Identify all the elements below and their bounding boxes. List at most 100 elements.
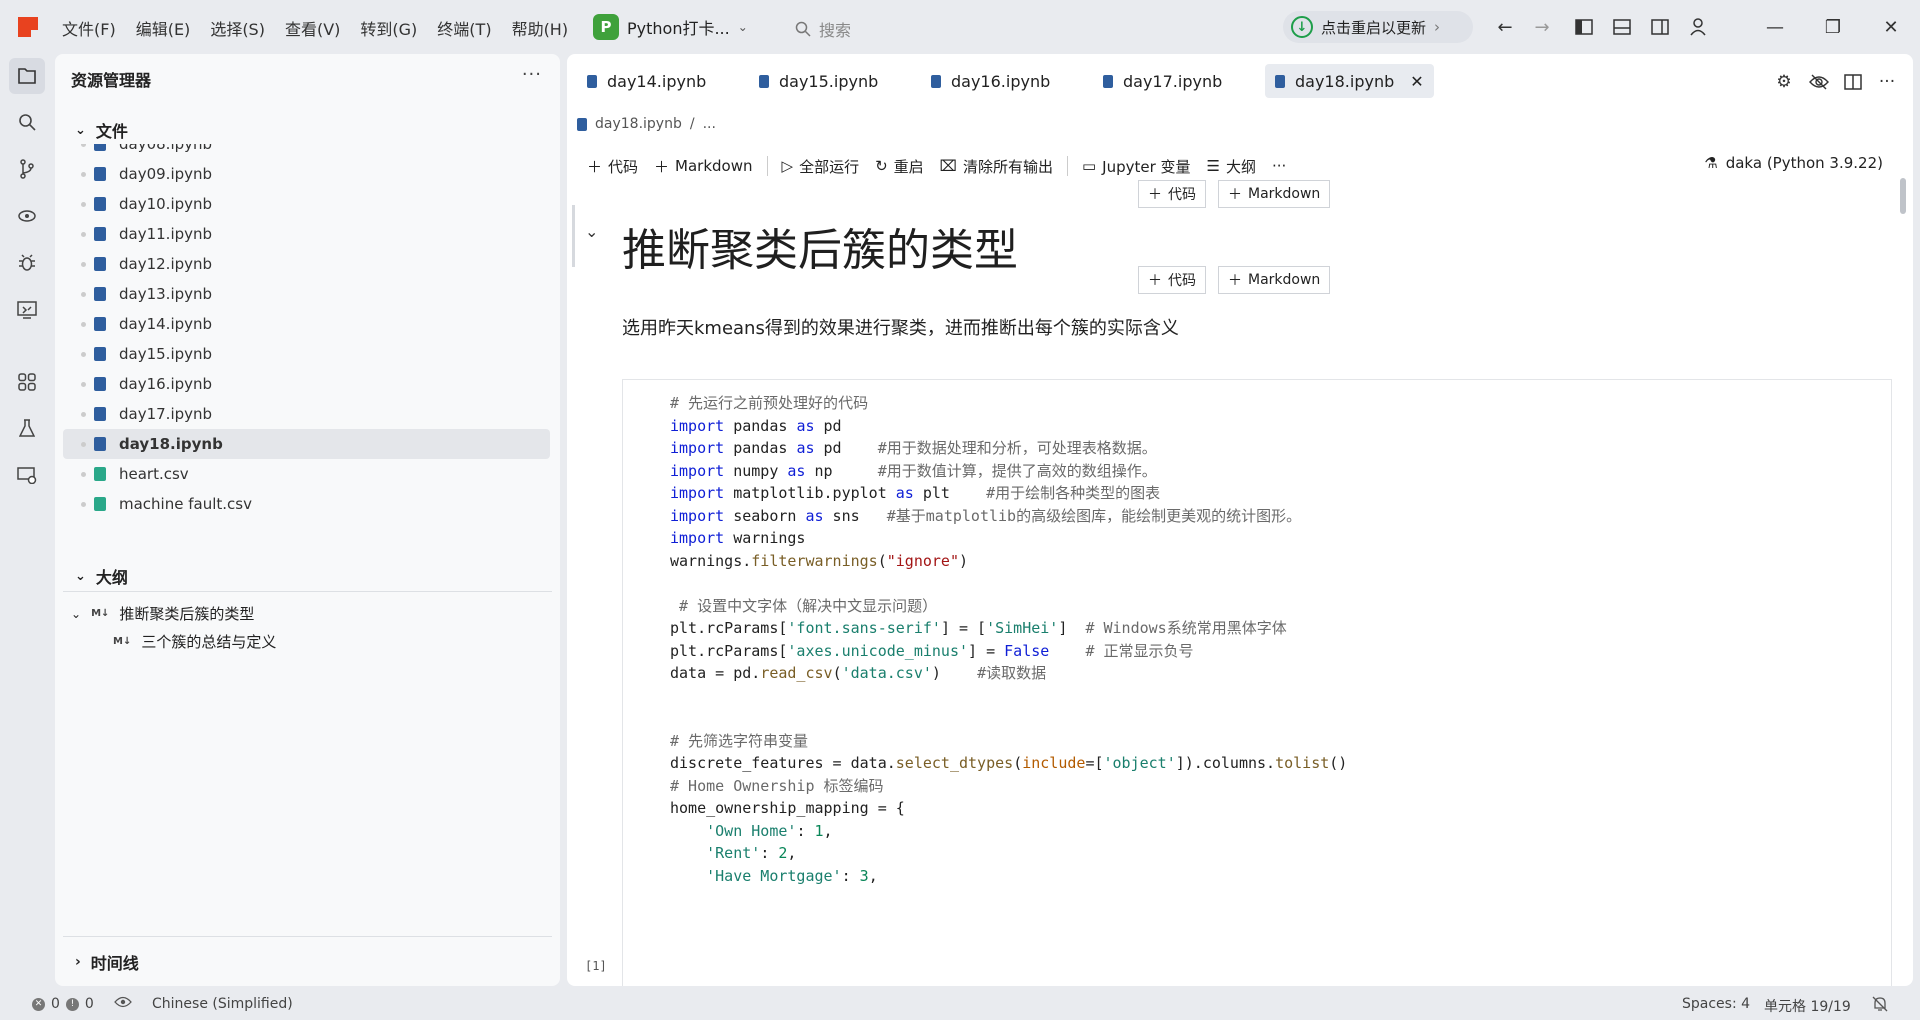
chevron-down-icon: ⌄ (737, 20, 748, 34)
notebook-toolbar: ＋ 代码 ＋ Markdown ▷ 全部运行 ↻ 重启 ⌧ 清除所有输出 ▭ Jupyter… (579, 150, 1899, 182)
file-item[interactable]: day14.ipynb (63, 309, 550, 339)
source-control-icon[interactable] (9, 151, 45, 187)
file-item[interactable]: day17.ipynb (63, 399, 550, 429)
file-name: heart.csv (119, 465, 189, 483)
status-dot (81, 411, 86, 417)
breadcrumb-more[interactable]: ... (703, 116, 716, 132)
explorer-icon[interactable] (9, 58, 45, 94)
indentation-setting[interactable]: Spaces: 4 (1682, 996, 1750, 1012)
search-icon[interactable] (9, 104, 45, 140)
add-markdown-cell-button[interactable]: ＋ Markdown (646, 156, 760, 177)
notifications-bell-icon[interactable] (1872, 996, 1888, 1012)
minimize-icon[interactable]: — (1760, 12, 1790, 42)
breadcrumb: day18.ipynb / ... (577, 116, 716, 132)
clear-all-icon: ⌧ (939, 157, 957, 175)
insert-code-button[interactable]: ＋ 代码 (1138, 266, 1206, 294)
settings-gear-icon[interactable]: ⚙ (1772, 70, 1796, 94)
insert-markdown-button[interactable]: ＋ Markdown (1218, 180, 1331, 208)
file-item[interactable]: day08.ipynb (63, 144, 550, 159)
tab-day17[interactable]: day17.ipynb (1093, 64, 1232, 98)
tab-day16[interactable]: day16.ipynb (921, 64, 1060, 98)
error-icon: ✕ (32, 997, 45, 1011)
outline-item[interactable]: ⌄ M↓ 推断聚类后簇的类型 (71, 603, 254, 624)
editor-scrollbar[interactable] (1900, 178, 1906, 214)
code-editor[interactable]: # 先运行之前预处理好的代码 import pandas as pd impor… (670, 392, 1347, 887)
outline-item[interactable]: M↓ 三个簇的总结与定义 (113, 631, 276, 652)
file-item[interactable]: machine fault.csv (63, 489, 550, 519)
remote-explorer-icon[interactable] (9, 198, 45, 234)
file-name: day12.ipynb (119, 255, 213, 273)
outline-section-label: 大纲 (95, 568, 128, 587)
tab-day18-active[interactable]: day18.ipynb ✕ (1265, 64, 1434, 98)
restore-icon[interactable]: ❐ (1818, 12, 1848, 42)
outline-section-header[interactable]: ⌄ 大纲 (75, 564, 128, 588)
file-item[interactable]: heart.csv (63, 459, 550, 489)
menu-help[interactable]: 帮助(H) (502, 14, 579, 42)
fold-chevron-icon[interactable]: ⌄ (585, 222, 598, 241)
remote-status-icon[interactable] (9, 457, 45, 493)
input-language[interactable]: Chinese (Simplified) (152, 996, 293, 1012)
hide-eye-icon[interactable] (1807, 70, 1831, 94)
file-item[interactable]: day15.ipynb (63, 339, 550, 369)
command-search[interactable]: 搜索 (795, 17, 851, 41)
file-item-selected[interactable]: day18.ipynb (63, 429, 550, 459)
file-name: day18.ipynb (119, 435, 223, 453)
extensions-icon[interactable] (9, 364, 45, 400)
variables-icon: ▭ (1081, 157, 1097, 175)
clear-outputs-button[interactable]: ⌧ 清除所有输出 (932, 156, 1061, 177)
problems-indicator[interactable]: ✕ 0 ! 0 (32, 996, 94, 1012)
menu-go[interactable]: 转到(G) (350, 14, 427, 42)
forward-arrow-icon[interactable]: → (1530, 15, 1554, 39)
menu-edit[interactable]: 编辑(E) (126, 14, 201, 42)
toolbar-more-button[interactable]: ··· (1264, 157, 1294, 175)
file-item[interactable]: day11.ipynb (63, 219, 550, 249)
close-icon[interactable]: ✕ (1876, 12, 1906, 42)
code-cell[interactable]: # 先运行之前预处理好的代码 import pandas as pd impor… (622, 379, 1892, 986)
timeline-section-header[interactable]: › 时间线 (75, 950, 139, 974)
breadcrumb-file[interactable]: day18.ipynb (595, 116, 682, 132)
toggle-sidebar-icon[interactable] (1572, 15, 1596, 39)
menu-bar: 文件(F) 编辑(E) 选择(S) 查看(V) 转到(G) 终端(T) 帮助(H… (52, 14, 578, 42)
outline-button[interactable]: ☰ 大纲 (1199, 156, 1264, 177)
back-arrow-icon[interactable]: ← (1493, 15, 1517, 39)
split-editor-icon[interactable] (1841, 70, 1865, 94)
file-item[interactable]: day13.ipynb (63, 279, 550, 309)
menu-terminal[interactable]: 终端(T) (427, 14, 501, 42)
insert-code-label: 代码 (1168, 273, 1196, 289)
kernel-picker[interactable]: ⚗ daka (Python 3.9.22) (1704, 154, 1883, 172)
files-section-header[interactable]: ⌄ 文件 (75, 118, 128, 142)
remote-window-icon[interactable] (9, 292, 45, 328)
toggle-panel-icon[interactable] (1610, 15, 1634, 39)
close-tab-icon[interactable]: ✕ (1410, 72, 1423, 91)
file-item[interactable]: day10.ipynb (63, 189, 550, 219)
jupyter-variables-button[interactable]: ▭ Jupyter 变量 (1074, 156, 1199, 177)
menu-view[interactable]: 查看(V) (275, 14, 350, 42)
file-item[interactable]: day09.ipynb (63, 159, 550, 189)
file-item[interactable]: day12.ipynb (63, 249, 550, 279)
restart-kernel-button[interactable]: ↻ 重启 (867, 156, 932, 177)
debug-icon[interactable] (9, 245, 45, 281)
cell-position[interactable]: 单元格 19/19 (1764, 996, 1851, 1016)
insert-code-button[interactable]: ＋ 代码 (1138, 180, 1206, 208)
outline-label: 大纲 (1226, 157, 1257, 176)
tab-day14[interactable]: day14.ipynb (577, 64, 716, 98)
chevron-down-icon: ⌄ (71, 606, 82, 621)
menu-selection[interactable]: 选择(S) (200, 14, 275, 42)
account-icon[interactable] (1686, 15, 1710, 39)
profile-switcher[interactable]: P Python打卡... ⌄ (585, 10, 756, 44)
testing-flask-icon[interactable] (9, 410, 45, 446)
file-item[interactable]: day16.ipynb (63, 369, 550, 399)
more-actions-icon[interactable]: ··· (522, 64, 542, 85)
notebook-icon (94, 347, 106, 361)
toggle-secondary-sidebar-icon[interactable] (1648, 15, 1672, 39)
watch-eye-icon[interactable] (114, 996, 132, 1008)
add-code-cell-button[interactable]: ＋ 代码 (579, 156, 646, 177)
editor-more-icon[interactable]: ··· (1875, 70, 1899, 94)
run-all-button[interactable]: ▷ 全部运行 (774, 156, 868, 177)
menu-file[interactable]: 文件(F) (52, 14, 126, 42)
file-name: day15.ipynb (119, 345, 213, 363)
insert-markdown-button[interactable]: ＋ Markdown (1218, 266, 1331, 294)
add-markdown-label: Markdown (675, 157, 753, 175)
tab-day15[interactable]: day15.ipynb (749, 64, 888, 98)
restart-to-update-button[interactable]: ↓ 点击重启以更新 › (1283, 11, 1473, 43)
